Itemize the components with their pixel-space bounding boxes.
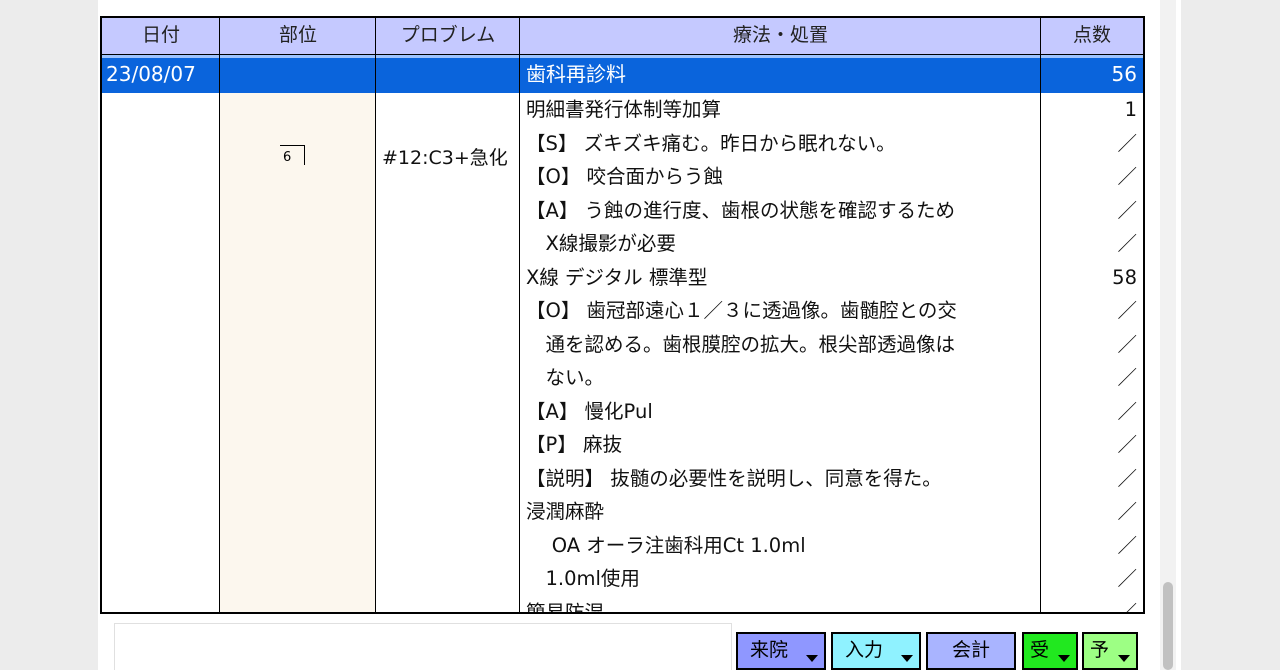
table-header: 日付 部位 プロブレム 療法・処置 点数 — [102, 18, 1143, 55]
treatment-line-text[interactable]: 浸潤麻酔 — [526, 495, 604, 529]
treatment-line-text[interactable]: 簡易防湿 — [526, 596, 604, 613]
treatment-line-points: ／ — [1117, 500, 1137, 523]
visit-button-label: 来院 — [750, 639, 789, 661]
treatment-line-text[interactable]: 【A】 う蝕の進行度、歯根の状態を確認するため — [526, 194, 955, 228]
header-site: 部位 — [278, 24, 317, 46]
treatment-line-text[interactable]: 1.0ml使用 — [526, 562, 640, 596]
chevron-down-icon — [901, 655, 913, 662]
treatment-line-text[interactable]: X線撮影が必要 — [526, 227, 676, 261]
header-points: 点数 — [1072, 24, 1111, 46]
input-button[interactable]: 入力 — [831, 632, 921, 670]
visit-points: 56 — [1111, 62, 1137, 86]
appointment-button[interactable]: 予 — [1082, 632, 1138, 670]
billing-button[interactable]: 会計 — [926, 632, 1016, 670]
header-problem: プロブレム — [400, 24, 496, 46]
column-divider — [1040, 18, 1041, 612]
visit-button[interactable]: 来院 — [736, 632, 826, 670]
treatment-line-points: ／ — [1117, 600, 1137, 614]
treatment-line-text[interactable]: 【説明】 抜髄の必要性を説明し、同意を得た。 — [526, 462, 942, 496]
treatment-line-points: ／ — [1117, 299, 1137, 322]
treatment-line-text[interactable]: OA オーラ注歯科用Ct 1.0ml — [526, 529, 806, 563]
treatment-line-points: 58 — [1112, 265, 1137, 289]
column-divider — [219, 18, 220, 612]
treatment-line-text[interactable]: 【P】 麻抜 — [526, 428, 622, 462]
treatment-line-points: 1 — [1124, 98, 1137, 121]
reception-button[interactable]: 受 — [1022, 632, 1078, 670]
treatment-line-text[interactable]: 【A】 慢化Pul — [526, 395, 653, 429]
scrollbar-thumb[interactable] — [1163, 582, 1173, 670]
site-column — [220, 93, 376, 612]
chevron-down-icon — [1118, 655, 1130, 662]
chevron-down-icon — [806, 655, 818, 662]
treatment-line-text[interactable]: X線 デジタル 標準型 — [526, 261, 707, 295]
treatment-line-points: ／ — [1117, 533, 1137, 557]
header-date: 日付 — [141, 24, 180, 46]
treatment-line-text[interactable]: ない。 — [526, 361, 605, 395]
treatment-line-points: ／ — [1117, 332, 1137, 356]
chevron-down-icon — [1058, 655, 1070, 662]
treatment-line-text[interactable]: 明細書発行体制等加算 — [526, 93, 721, 127]
treatment-record-table: 日付 部位 プロブレム 療法・処置 点数 23/08/07 歯科再診料 56 6… — [100, 16, 1145, 614]
treatment-line-points: ／ — [1117, 567, 1137, 590]
treatment-line-points: ／ — [1117, 198, 1137, 222]
visit-treatment: 歯科再診料 — [526, 62, 626, 86]
tooth-chart-mark[interactable]: 6 — [280, 145, 305, 165]
note-input-area[interactable] — [114, 623, 732, 670]
treatment-line-points: ／ — [1117, 232, 1137, 255]
scrollbar-track[interactable] — [1160, 0, 1176, 670]
treatment-line-points: ／ — [1117, 366, 1137, 389]
treatment-line-points: ／ — [1117, 399, 1137, 423]
treatment-line-points: ／ — [1117, 433, 1137, 456]
billing-button-label: 会計 — [951, 639, 990, 661]
problem-entry[interactable]: #12:C3+急化 — [382, 141, 508, 175]
treatment-line-points: ／ — [1117, 466, 1137, 490]
chart-window: 日付 部位 プロブレム 療法・処置 点数 23/08/07 歯科再診料 56 6… — [98, 0, 1181, 670]
column-divider — [519, 18, 520, 612]
column-divider — [375, 18, 376, 612]
treatment-line-text[interactable]: 通を認める。歯根膜腔の拡大。根尖部透過像は — [526, 328, 956, 362]
appointment-button-label: 予 — [1090, 639, 1110, 661]
visit-date: 23/08/07 — [106, 62, 196, 86]
treatment-line-points: ／ — [1117, 165, 1137, 188]
reception-button-label: 受 — [1030, 639, 1050, 661]
input-button-label: 入力 — [845, 639, 884, 661]
treatment-line-text[interactable]: 【S】 ズキズキ痛む。昨日から眠れない。 — [526, 127, 896, 161]
header-treatment: 療法・処置 — [732, 24, 828, 46]
treatment-line-points: ／ — [1117, 131, 1137, 155]
selected-visit-row[interactable]: 23/08/07 歯科再診料 56 — [102, 55, 1143, 93]
treatment-line-text[interactable]: 【O】 歯冠部遠心１／３に透過像。歯髄腔との交 — [526, 294, 957, 328]
treatment-line-text[interactable]: 【O】 咬合面からう蝕 — [526, 160, 723, 194]
